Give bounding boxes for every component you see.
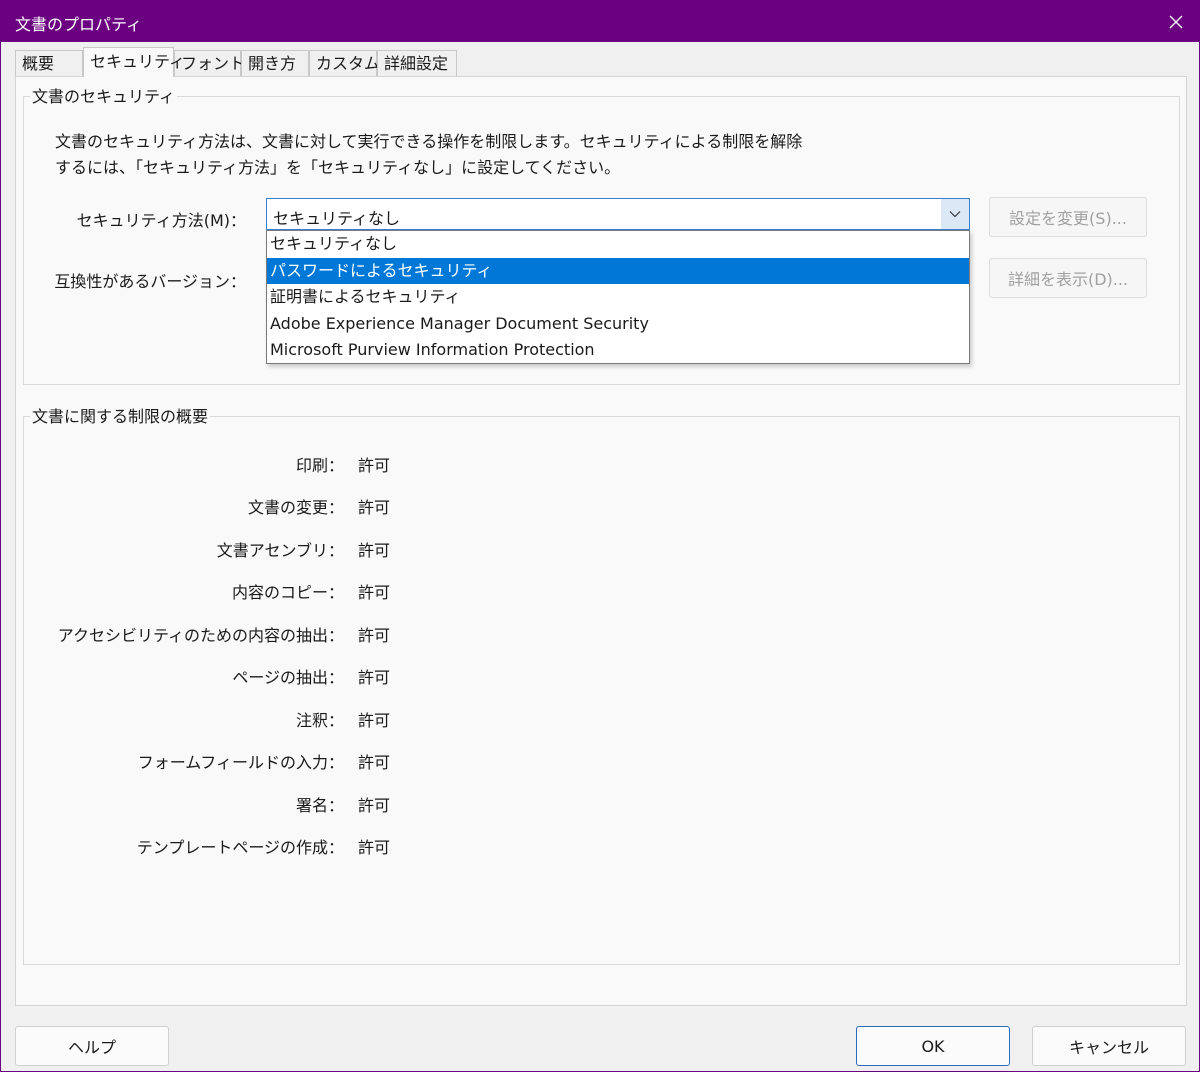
restriction-label: 文書アセンブリ： <box>216 541 344 560</box>
restriction-row-commenting: 注釈： 許可 <box>24 707 524 731</box>
tab-content-security: 文書のセキュリティ 文書のセキュリティ方法は、文書に対して実行できる操作を制限し… <box>15 76 1187 1006</box>
restriction-value: 許可 <box>358 541 391 560</box>
tab-advanced[interactable]: 詳細設定 <box>377 50 457 76</box>
security-description-line1: 文書のセキュリティ方法は、文書に対して実行できる操作を制限します。セキュリティに… <box>55 132 803 151</box>
restriction-row-template-pages: テンプレートページの作成： 許可 <box>24 834 524 858</box>
dropdown-option-certificate-security[interactable]: 証明書によるセキュリティ <box>267 284 969 311</box>
restriction-row-accessibility-extraction: アクセシビリティのための内容の抽出： 許可 <box>24 622 524 646</box>
title-bar: 文書のプロパティ <box>1 1 1199 42</box>
security-method-value: セキュリティなし <box>273 209 401 228</box>
restriction-value: 許可 <box>358 711 391 730</box>
tab-security[interactable]: セキュリティ <box>83 47 185 77</box>
tab-overview[interactable]: 概要 <box>15 50 83 76</box>
restriction-value: 許可 <box>358 456 391 475</box>
document-properties-dialog: 文書のプロパティ 概要 セキュリティ フォント 開き方 カスタム 詳細設定 文書… <box>0 0 1200 1072</box>
restriction-label: アクセシビリティのための内容の抽出： <box>57 626 344 645</box>
restriction-label: 文書の変更： <box>247 498 344 517</box>
restriction-label: 印刷： <box>295 456 344 475</box>
security-group-legend: 文書のセキュリティ <box>30 87 178 107</box>
restriction-row-print: 印刷： 許可 <box>24 452 524 476</box>
restriction-value: 許可 <box>358 796 391 815</box>
restriction-label: 署名： <box>295 796 344 815</box>
security-description: 文書のセキュリティ方法は、文書に対して実行できる操作を制限します。セキュリティに… <box>55 129 815 181</box>
security-method-select[interactable]: セキュリティなし <box>266 198 970 230</box>
restriction-row-copy: 内容のコピー： 許可 <box>24 579 524 603</box>
security-method-dropdown: セキュリティなし パスワードによるセキュリティ 証明書によるセキュリティ Ado… <box>266 230 970 364</box>
dropdown-option-password-security[interactable]: パスワードによるセキュリティ <box>267 257 969 284</box>
restriction-value: 許可 <box>358 583 391 602</box>
restriction-value: 許可 <box>358 498 391 517</box>
restriction-label: 内容のコピー： <box>231 583 344 602</box>
dropdown-toggle[interactable] <box>941 199 969 229</box>
cancel-button[interactable]: キャンセル <box>1032 1026 1186 1066</box>
restriction-value: 許可 <box>358 668 391 687</box>
restriction-row-modify: 文書の変更： 許可 <box>24 494 524 518</box>
close-icon <box>1169 15 1183 28</box>
ok-button[interactable]: OK <box>856 1026 1010 1066</box>
restriction-row-signing: 署名： 許可 <box>24 792 524 816</box>
restriction-row-page-extraction: ページの抽出： 許可 <box>24 664 524 688</box>
security-description-line2: するには、「セキュリティ方法」を「セキュリティなし」に設定してください。 <box>55 158 621 177</box>
restriction-row-assembly: 文書アセンブリ： 許可 <box>24 537 524 561</box>
restriction-value: 許可 <box>358 838 391 857</box>
help-button[interactable]: ヘルプ <box>15 1026 169 1066</box>
restriction-value: 許可 <box>358 753 391 772</box>
show-details-button[interactable]: 詳細を表示(D)... <box>989 258 1147 298</box>
restriction-label: テンプレートページの作成： <box>136 838 344 857</box>
restrictions-group: 文書に関する制限の概要 印刷： 許可 文書の変更： 許可 文書アセンブリ： 許可… <box>23 407 1180 965</box>
restriction-label: 注釈： <box>295 711 344 730</box>
restrictions-group-legend: 文書に関する制限の概要 <box>30 407 211 427</box>
dropdown-option-purview-information-protection[interactable]: Microsoft Purview Information Protection <box>267 337 969 364</box>
change-settings-button[interactable]: 設定を変更(S)... <box>989 197 1147 237</box>
restriction-row-form-fill: フォームフィールドの入力： 許可 <box>24 749 524 773</box>
tab-custom[interactable]: カスタム <box>309 50 380 76</box>
compatible-version-label: 互換性があるバージョン： <box>54 272 246 291</box>
security-group: 文書のセキュリティ 文書のセキュリティ方法は、文書に対して実行できる操作を制限し… <box>23 87 1180 385</box>
tab-initial-view[interactable]: 開き方 <box>241 50 309 76</box>
restriction-value: 許可 <box>358 626 391 645</box>
restriction-label: フォームフィールドの入力： <box>137 753 344 772</box>
security-method-label: セキュリティ方法(M)： <box>76 211 246 230</box>
window-title: 文書のプロパティ <box>15 15 143 34</box>
restriction-label: ページの抽出： <box>232 668 344 687</box>
close-button[interactable] <box>1153 1 1199 42</box>
dropdown-option-aem-document-security[interactable]: Adobe Experience Manager Document Securi… <box>267 311 969 338</box>
chevron-down-icon <box>949 211 961 218</box>
dropdown-option-no-security[interactable]: セキュリティなし <box>267 231 969 258</box>
